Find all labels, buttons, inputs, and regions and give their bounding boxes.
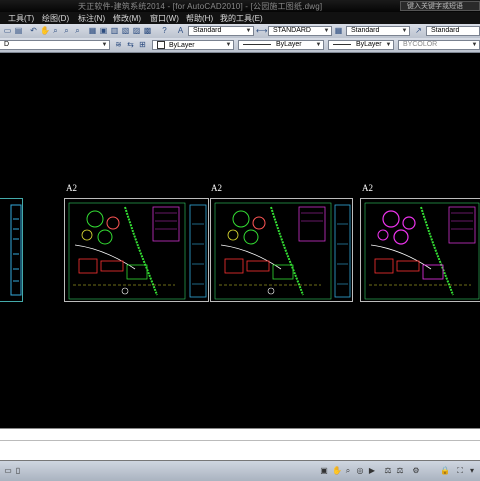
zoom-previous-icon[interactable]: ⌕ — [73, 26, 82, 35]
plot-style-value: BYCOLOR — [403, 41, 438, 48]
command-divider — [0, 440, 480, 441]
annotation-visibility-icon[interactable]: ⚖ — [396, 466, 404, 475]
layer-control-value: D — [4, 41, 10, 48]
chevron-down-icon: ▼ — [245, 28, 252, 34]
table-style-select[interactable]: Standard ▼ — [346, 26, 410, 36]
drawing-sheet-partial — [0, 198, 23, 302]
annotation-scale-icon[interactable]: ⚖ — [384, 466, 392, 475]
menu-draw[interactable]: 绘图(D) — [42, 13, 69, 24]
calculator-icon[interactable]: ▩ — [143, 26, 152, 35]
chevron-down-icon: ▼ — [315, 42, 322, 48]
drawing-canvas[interactable]: A2 A2 A2 — [0, 53, 480, 428]
help-icon[interactable]: ? — [160, 26, 169, 35]
zoom-window-icon[interactable]: ⌕ — [62, 26, 71, 35]
color-value: ByLayer — [168, 41, 195, 49]
multileader-style-select[interactable]: Standard — [426, 26, 480, 36]
plot-style-select[interactable]: BYCOLOR ▼ — [398, 40, 480, 50]
layout-icon[interactable]: ▯ — [14, 466, 22, 475]
lock-icon[interactable]: 🔒 — [440, 466, 450, 475]
quick-view-icon[interactable]: ▣ — [320, 466, 328, 475]
menu-tools[interactable]: 工具(T) — [8, 13, 34, 24]
properties-icon[interactable]: ▦ — [88, 26, 97, 35]
design-center-icon[interactable]: ▣ — [99, 26, 108, 35]
linetype-control-select[interactable]: ByLayer ▼ — [238, 40, 324, 50]
drawing-sheet-2 — [210, 198, 353, 302]
fullscreen-icon[interactable]: ⛶ — [456, 466, 464, 475]
multileader-style-icon: ↗ — [415, 26, 422, 35]
color-swatch-icon — [157, 41, 165, 49]
command-window[interactable] — [0, 428, 480, 461]
standard-toolbar: ▭ ▤ ↶ ✋ ⌕ ⌕ ⌕ ▦ ▣ ▥ ▧ ▨ ▩ ? A Standard ▼… — [0, 24, 480, 39]
menu-modify[interactable]: 修改(M) — [113, 13, 141, 24]
table-style-icon: ▦ — [334, 26, 343, 35]
dim-style-select[interactable]: STANDARD ▼ — [268, 26, 332, 36]
sheet-label: A2 — [211, 183, 222, 193]
pan-icon[interactable]: ✋ — [40, 26, 50, 35]
sheet-titleblock-graphic — [10, 204, 22, 296]
pan-status-icon[interactable]: ✋ — [332, 466, 342, 475]
tool-palettes-icon[interactable]: ▥ — [110, 26, 119, 35]
chevron-down-icon: ▼ — [323, 28, 330, 34]
menu-arrow-icon[interactable]: ▾ — [468, 466, 476, 475]
text-style-value: Standard — [193, 27, 222, 34]
multileader-style-value: Standard — [431, 27, 460, 34]
dim-style-icon: ⟷ — [256, 26, 268, 35]
dim-style-value: STANDARD — [273, 27, 311, 34]
site-plan-graphic — [364, 202, 480, 300]
search-input[interactable]: 键入关键字或短语 — [400, 1, 480, 11]
chevron-down-icon: ▼ — [471, 42, 478, 48]
status-bar: ▭ ▯ ▣ ✋ ⌕ ◎ ▶ ⚖ ⚖ ⚙ 🔒 ⛶ ▾ — [0, 460, 480, 481]
table-style-value: Standard — [351, 27, 380, 34]
chevron-down-icon: ▼ — [225, 42, 232, 48]
undo-icon[interactable]: ↶ — [29, 26, 38, 35]
title-bar: 天正软件-建筑系统2014 - [for AutoCAD2010] - [公园施… — [0, 0, 480, 12]
lineweight-preview-icon — [333, 43, 351, 45]
sheet-label: A2 — [66, 183, 77, 193]
color-control-select[interactable]: ByLayer ▼ — [152, 40, 234, 50]
showmotion-icon[interactable]: ▶ — [368, 466, 376, 475]
menu-window[interactable]: 窗口(W) — [150, 13, 179, 24]
lineweight-value: ByLayer — [355, 41, 382, 48]
window-title: 天正软件-建筑系统2014 - [for AutoCAD2010] - [公园施… — [78, 2, 323, 11]
site-plan-graphic — [68, 202, 207, 300]
chevron-down-icon: ▼ — [101, 42, 108, 48]
linetype-value: ByLayer — [275, 41, 302, 48]
menu-dimension[interactable]: 标注(N) — [78, 13, 105, 24]
zoom-realtime-icon[interactable]: ⌕ — [51, 26, 60, 35]
text-style-select[interactable]: Standard ▼ — [188, 26, 254, 36]
model-icon[interactable]: ▭ — [4, 466, 12, 475]
chevron-down-icon: ▼ — [385, 42, 392, 48]
layer-previous-icon[interactable]: ⇆ — [126, 40, 135, 49]
lineweight-control-select[interactable]: ByLayer ▼ — [328, 40, 394, 50]
steering-wheel-icon[interactable]: ◎ — [356, 466, 364, 475]
text-style-icon: A — [177, 26, 184, 35]
layers-properties-toolbar: D ▼ ≋ ⇆ ⊞ ByLayer ▼ ByLayer ▼ ByLayer ▼ … — [0, 38, 480, 53]
open-file-icon[interactable]: ▤ — [14, 26, 23, 35]
make-current-icon[interactable]: ⊞ — [138, 40, 147, 49]
chevron-down-icon: ▼ — [401, 28, 408, 34]
linetype-preview-icon — [243, 43, 271, 45]
menu-my-tools[interactable]: 我的工具(E) — [220, 13, 263, 24]
drawing-sheet-3 — [360, 198, 480, 302]
zoom-status-icon[interactable]: ⌕ — [344, 466, 352, 475]
site-plan-graphic — [214, 202, 351, 300]
sheet-label: A2 — [362, 183, 373, 193]
workspace-icon[interactable]: ⚙ — [412, 466, 420, 475]
sheet-set-icon[interactable]: ▧ — [121, 26, 130, 35]
markup-icon[interactable]: ▨ — [132, 26, 141, 35]
layer-properties-icon[interactable]: ≋ — [114, 40, 123, 49]
new-file-icon[interactable]: ▭ — [3, 26, 12, 35]
menu-bar: 工具(T) 绘图(D) 标注(N) 修改(M) 窗口(W) 帮助(H) 我的工具… — [0, 12, 480, 24]
menu-help[interactable]: 帮助(H) — [186, 13, 213, 24]
layer-control-select[interactable]: D ▼ — [0, 40, 110, 50]
drawing-sheet-1 — [64, 198, 209, 302]
